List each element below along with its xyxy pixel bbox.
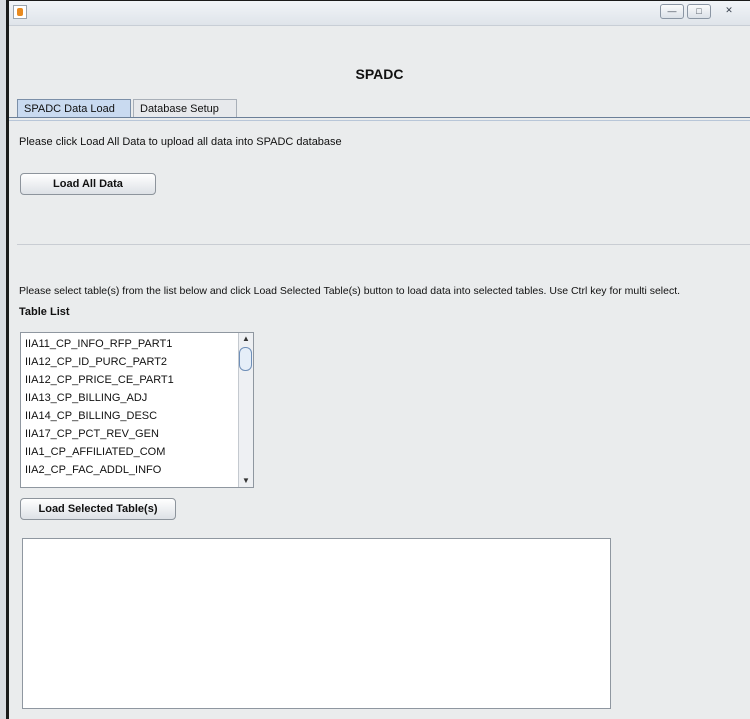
scroll-up-icon[interactable]: ▲ — [241, 334, 251, 344]
tab-spadc-data-load[interactable]: SPADC Data Load — [17, 99, 131, 118]
list-item[interactable]: IIA17_CP_PCT_REV_GEN — [21, 425, 253, 443]
java-app-icon — [13, 5, 27, 19]
title-bar[interactable]: — □ ✕ — [9, 1, 750, 26]
scroll-down-icon[interactable]: ▼ — [241, 476, 251, 486]
table-list[interactable]: IIA11_CP_INFO_RFP_PART1 IIA12_CP_ID_PURC… — [20, 332, 254, 488]
load-all-data-button[interactable]: Load All Data — [20, 173, 156, 195]
tab-database-setup[interactable]: Database Setup — [133, 99, 237, 118]
list-item[interactable]: IIA12_CP_ID_PURC_PART2 — [21, 353, 253, 371]
table-select-instruction: Please select table(s) from the list bel… — [19, 285, 681, 297]
list-item[interactable]: IIA14_CP_BILLING_DESC — [21, 407, 253, 425]
minimize-button[interactable]: — — [660, 4, 684, 19]
application-window: — □ ✕ SPADC SPADC Data Load Database Set… — [6, 0, 750, 719]
list-item[interactable]: IIA2_CP_FAC_ADDL_INFO — [21, 461, 253, 479]
main-panel: SPADC SPADC Data Load Database Setup Ple… — [9, 26, 750, 719]
scrollbar-thumb[interactable] — [239, 347, 252, 371]
list-item[interactable]: IIA12_CP_PRICE_CE_PART1 — [21, 371, 253, 389]
load-selected-tables-button[interactable]: Load Selected Table(s) — [20, 498, 176, 520]
list-scrollbar[interactable]: ▲ ▼ — [238, 333, 253, 487]
list-item[interactable]: IIA11_CP_INFO_RFP_PART1 — [21, 335, 253, 353]
table-list-heading: Table List — [19, 306, 70, 318]
app-title: SPADC — [355, 66, 404, 82]
list-item[interactable]: IIA1_CP_AFFILIATED_COM — [21, 443, 253, 461]
list-item[interactable]: IIA13_CP_BILLING_ADJ — [21, 389, 253, 407]
maximize-button[interactable]: □ — [687, 4, 711, 19]
section-divider — [17, 244, 750, 245]
load-all-instruction: Please click Load All Data to upload all… — [19, 136, 342, 148]
output-log-area[interactable] — [22, 538, 611, 709]
tab-divider — [9, 117, 750, 121]
close-button[interactable]: ✕ — [714, 4, 744, 19]
